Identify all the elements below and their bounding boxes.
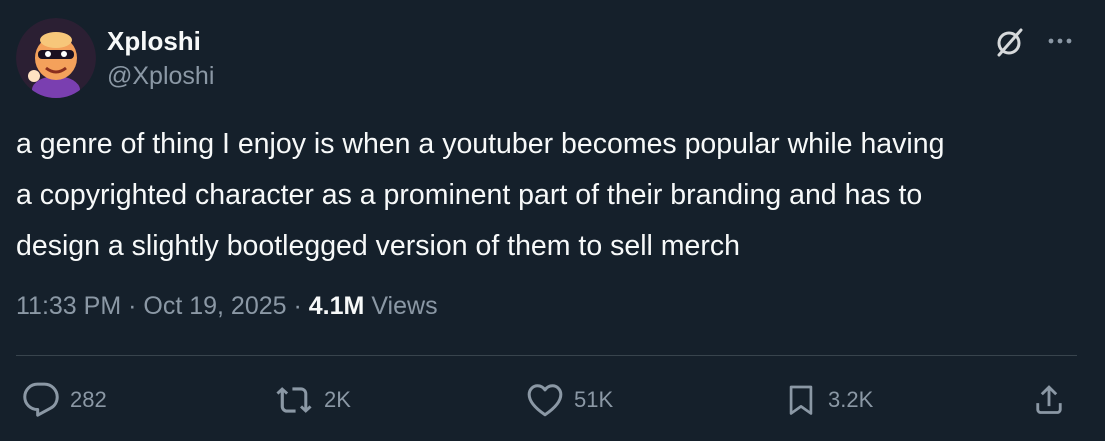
bookmark-icon [784,381,818,419]
bookmark-count: 3.2K [828,387,874,412]
reply-bubble-icon [22,381,60,419]
bookmark-button[interactable]: 3.2K [784,380,873,420]
repost-button[interactable]: 2K [274,380,351,420]
meta-separator: · [128,292,137,320]
share-icon [1030,381,1068,419]
reply-button[interactable]: 282 [22,380,107,420]
like-button[interactable]: 51K [526,380,613,420]
views-label: Views [371,292,438,320]
share-button[interactable] [1030,380,1068,420]
like-count: 51K [574,387,614,412]
post-time[interactable]: 11:33 PM [16,292,121,320]
more-horizontal-icon[interactable] [1043,26,1077,56]
meta-separator: · [293,292,302,320]
reply-count: 282 [70,387,107,412]
author-avatar[interactable] [16,18,96,98]
post-card: Xploshi @Xploshi a genre of thing I enjo… [0,0,1105,441]
heart-icon [526,381,564,419]
repost-icon [274,381,314,419]
grok-icon[interactable] [993,25,1027,59]
repost-count: 2K [324,387,351,412]
post-metadata: 11:33 PM · Oct 19, 2025 · 4.1M Views [16,286,438,326]
post-date[interactable]: Oct 19, 2025 [143,292,286,320]
divider [16,355,1077,356]
post-text: a genre of thing I enjoy is when a youtu… [16,128,945,262]
author-display-name[interactable]: Xploshi [107,25,201,57]
views-count: 4.1M [308,292,365,320]
author-handle[interactable]: @Xploshi [107,60,214,92]
